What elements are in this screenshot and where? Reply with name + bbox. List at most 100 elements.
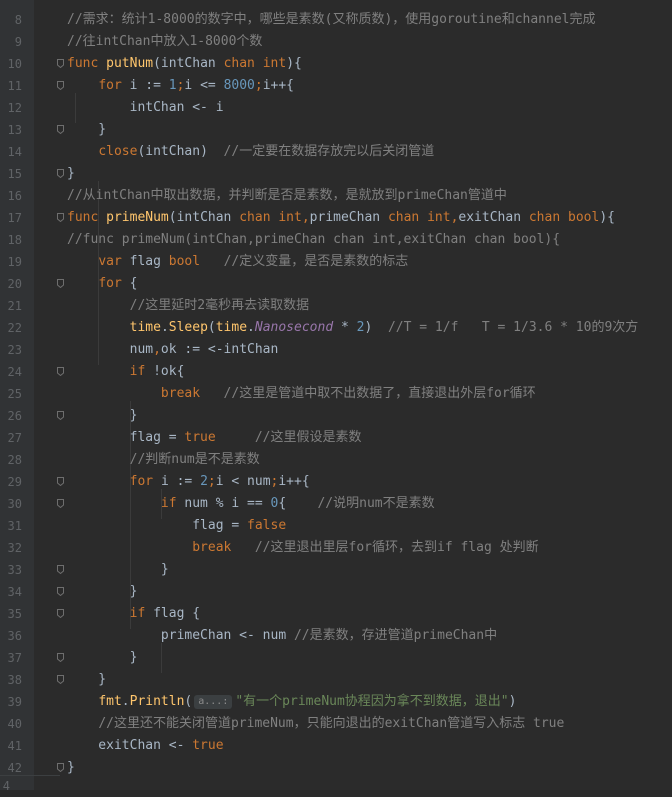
code-line[interactable]: 27 flag = true //这里假设是素数 — [0, 427, 672, 449]
code-text: //判断num是不是素数 — [67, 449, 260, 471]
code-line[interactable]: 26 } — [0, 405, 672, 427]
code-line[interactable]: 38 } — [0, 669, 672, 691]
code-text: //这里还不能关闭管道primeNum，只能向退出的exitChan管道写入标志… — [67, 713, 564, 735]
line-number: 9 — [14, 35, 22, 49]
fold-marker-icon[interactable] — [57, 587, 64, 596]
code-text: flag = false — [67, 515, 286, 537]
code-line[interactable]: 25 break //这里是管道中取不出数据了，直接退出外层for循环 — [0, 383, 672, 405]
code-line[interactable]: 29 for i := 2;i < num;i++{ — [0, 471, 672, 493]
code-text: } — [67, 647, 138, 669]
code-line[interactable]: 23 num,ok := <-intChan — [0, 339, 672, 361]
code-token: true — [184, 430, 216, 445]
fold-marker-icon[interactable] — [57, 169, 64, 178]
code-token: //从intChan中取出数据，并判断是否是素数，是就放到primeChan管道… — [67, 188, 507, 203]
code-token: (intChan — [168, 210, 240, 225]
code-line[interactable]: 32 break //这里退出里层for循环，去到if flag 处判断 — [0, 537, 672, 559]
code-token: !ok{ — [153, 364, 185, 379]
code-text: for { — [67, 273, 137, 295]
code-editor[interactable]: 8 //需求：统计1-8000的数字中，哪些是素数(又称质数)，使用gorouti… — [0, 0, 672, 793]
code-token: if — [129, 606, 154, 621]
code-line[interactable]: 39 fmt.Println(a...: "有一个primeNum协程因为拿不到数… — [0, 691, 672, 713]
code-text: intChan <- i — [67, 97, 224, 119]
code-line[interactable]: 34 } — [0, 581, 672, 603]
line-number: 17 — [7, 211, 22, 225]
fold-marker-icon[interactable] — [57, 59, 64, 68]
code-token: putNum — [106, 56, 154, 71]
code-token: num — [67, 342, 154, 357]
code-text: } — [67, 581, 138, 603]
code-line[interactable]: 35 if flag { — [0, 603, 672, 625]
code-line[interactable]: 41 exitChan <- true — [0, 735, 672, 757]
code-token: primeChan — [309, 210, 388, 225]
code-token: Println — [129, 694, 185, 709]
fold-marker-icon[interactable] — [57, 279, 64, 288]
code-token: i := — [129, 78, 169, 93]
line-number: 41 — [7, 739, 22, 753]
fold-marker-icon[interactable] — [57, 213, 64, 222]
fold-marker-icon[interactable] — [57, 675, 64, 684]
code-token: } — [67, 650, 138, 665]
code-line[interactable]: 9 //往intChan中放入1-8000个数 — [0, 31, 672, 53]
code-line[interactable]: 13 } — [0, 119, 672, 141]
fold-marker-icon[interactable] — [57, 367, 64, 376]
fold-marker-icon[interactable] — [57, 81, 64, 90]
line-number: 35 — [7, 607, 22, 621]
code-token: ){ — [286, 56, 302, 71]
code-line[interactable]: 17 func primeNum(intChan chan int,primeCh… — [0, 207, 672, 229]
fold-marker-icon[interactable] — [57, 499, 64, 508]
fold-marker-icon[interactable] — [57, 565, 64, 574]
code-line[interactable]: 40 //这里还不能关闭管道primeNum，只能向退出的exitChan管道写… — [0, 713, 672, 735]
code-line[interactable]: 8 //需求：统计1-8000的数字中，哪些是素数(又称质数)，使用gorouti… — [0, 9, 672, 31]
code-text: //func primeNum(intChan,primeChan chan i… — [67, 229, 560, 251]
code-line[interactable]: 22 time.Sleep(time.Nanosecond * 2) //T =… — [0, 317, 672, 339]
code-token: } — [67, 672, 107, 687]
line-number: 31 — [7, 519, 22, 533]
code-token: true — [192, 738, 224, 753]
code-token: Sleep — [168, 320, 208, 335]
code-line[interactable]: 16 //从intChan中取出数据，并判断是否是素数，是就放到primeChan… — [0, 185, 672, 207]
code-line[interactable]: 31 flag = false — [0, 515, 672, 537]
code-line[interactable]: 11 for i := 1;i <= 8000;i++{ — [0, 75, 672, 97]
fold-marker-icon[interactable] — [57, 653, 64, 662]
code-line[interactable]: 20 for { — [0, 273, 672, 295]
code-line[interactable]: 24 if !ok{ — [0, 361, 672, 383]
code-token: primeChan <- num — [67, 628, 294, 643]
code-token: i <= — [184, 78, 224, 93]
code-line[interactable]: 21 //这里延时2毫秒再去读取数据 — [0, 295, 672, 317]
fold-marker-icon[interactable] — [57, 763, 64, 772]
code-line[interactable]: 37 } — [0, 647, 672, 669]
code-token: chan int — [387, 210, 451, 225]
code-line[interactable]: 36 primeChan <- num //是素数，存进管道primeChan中 — [0, 625, 672, 647]
code-line[interactable]: 15} — [0, 163, 672, 185]
code-text: time.Sleep(time.Nanosecond * 2) //T = 1/… — [67, 317, 639, 339]
code-line[interactable]: 14 close(intChan) //一定要在数据存放完以后关闭管道 — [0, 141, 672, 163]
code-line[interactable]: 28 //判断num是不是素数 — [0, 449, 672, 471]
code-text: if flag { — [67, 603, 200, 625]
fold-marker-icon[interactable] — [57, 411, 64, 420]
code-token: (intChan) — [137, 144, 224, 159]
fold-marker-icon[interactable] — [57, 477, 64, 486]
code-line[interactable]: 30 if num % i == 0{ //说明num不是素数 — [0, 493, 672, 515]
line-number: 13 — [7, 123, 22, 137]
line-number: 25 — [7, 387, 22, 401]
code-text: exitChan <- true — [67, 735, 224, 757]
code-text: } — [67, 559, 169, 581]
code-token: //定义变量，是否是素数的标志 — [223, 254, 409, 269]
fold-marker-icon[interactable] — [57, 125, 64, 134]
line-number: 36 — [7, 629, 22, 643]
parameter-hint: a...: — [194, 695, 233, 709]
code-token: chan int — [239, 210, 302, 225]
code-line[interactable]: 42} — [0, 757, 672, 779]
fold-marker-icon[interactable] — [57, 609, 64, 618]
code-line[interactable]: 12 intChan <- i — [0, 97, 672, 119]
code-line[interactable]: 33 } — [0, 559, 672, 581]
code-token: ( — [207, 320, 216, 335]
code-line[interactable]: 10 func putNum(intChan chan int){ — [0, 53, 672, 75]
code-line[interactable]: 19 var flag bool //定义变量，是否是素数的标志 — [0, 251, 672, 273]
code-line[interactable]: 18 //func primeNum(intChan,primeChan chan… — [0, 229, 672, 251]
